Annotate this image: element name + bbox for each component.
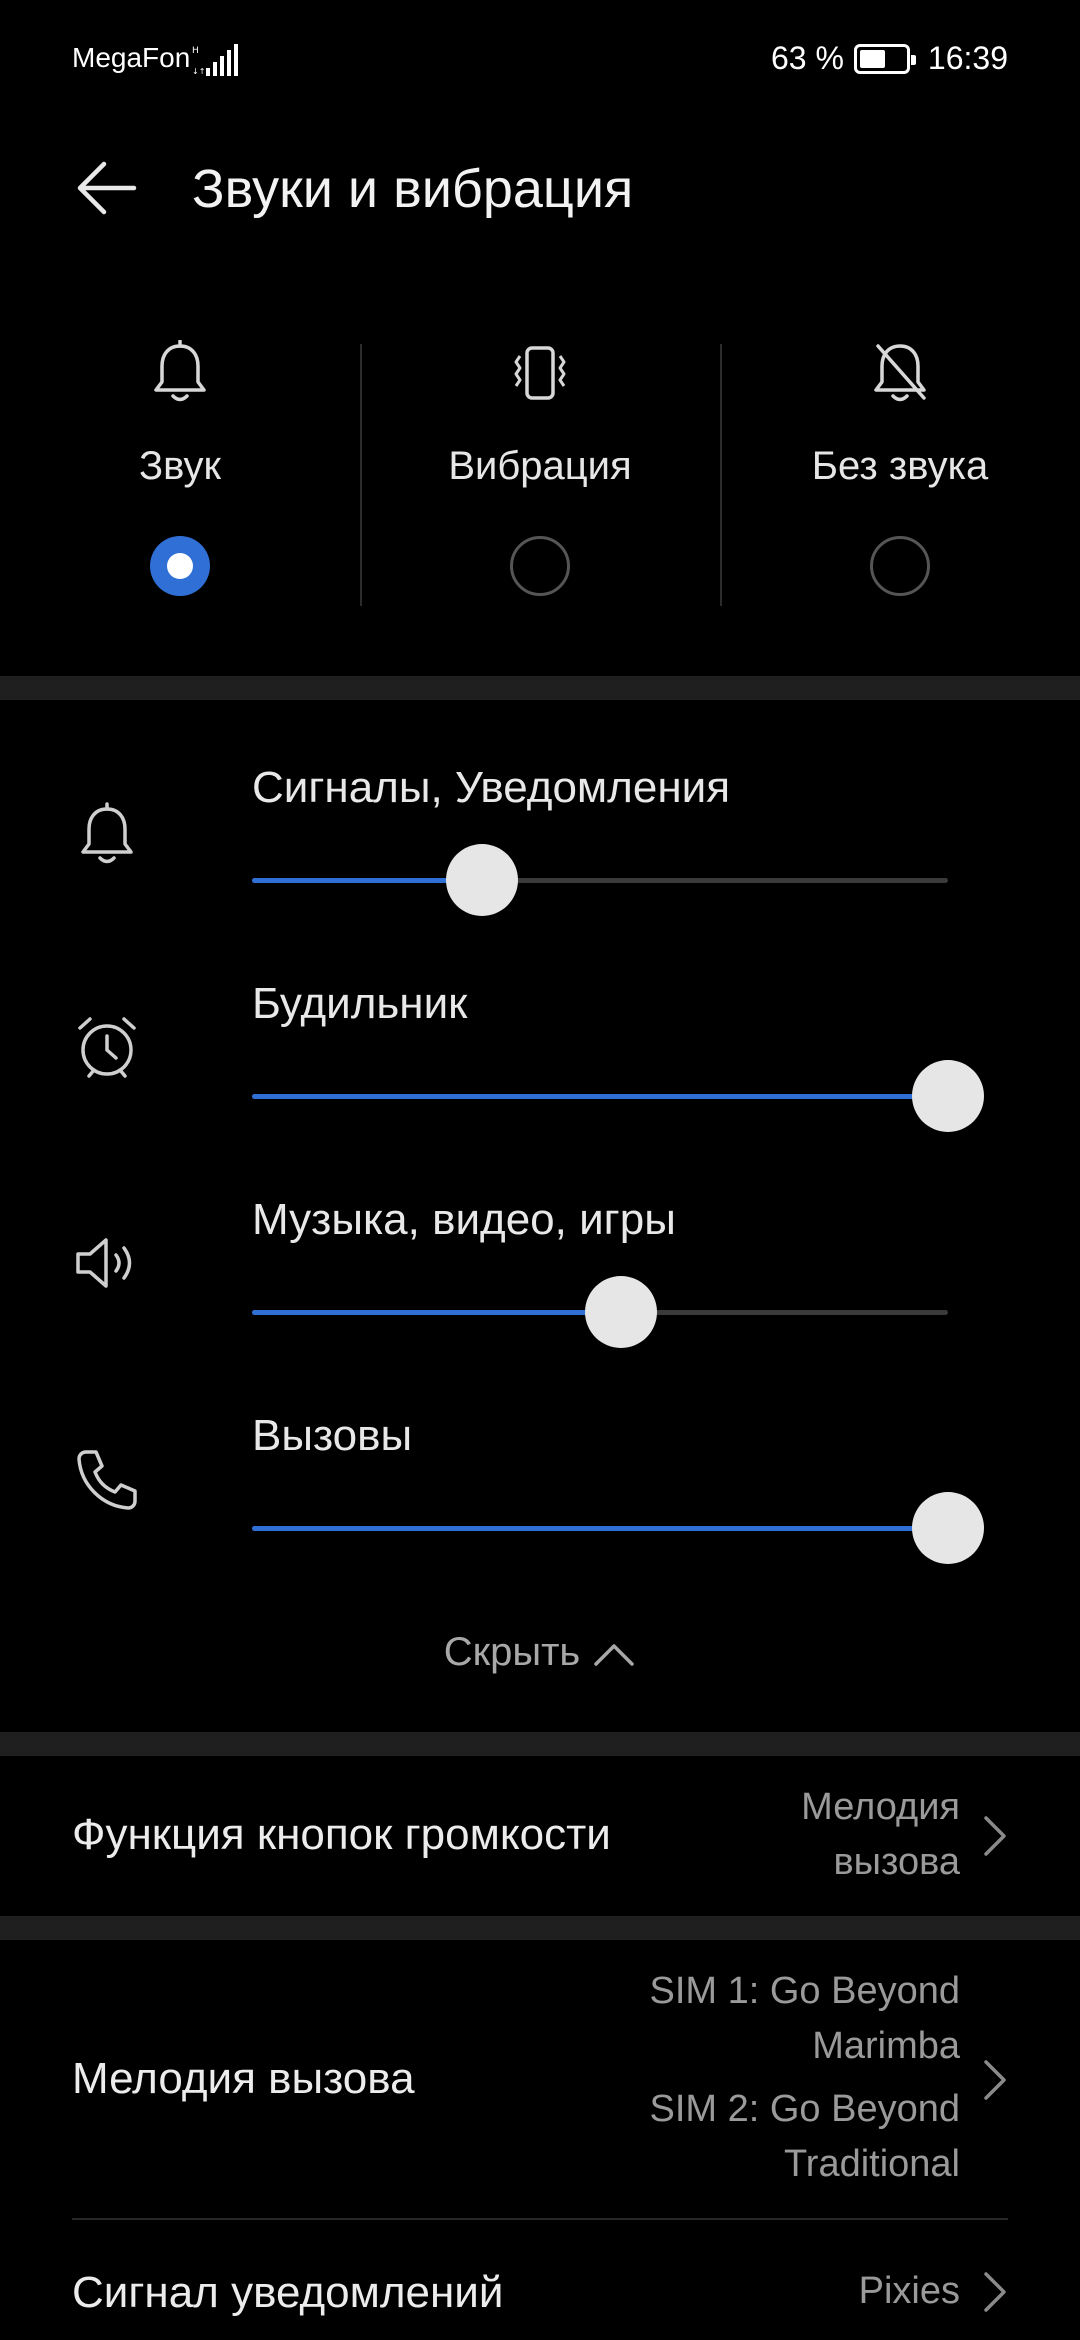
value-line: вызова (833, 1841, 960, 1883)
alarm-clock-icon (78, 1017, 136, 1078)
volume-slider-alarm[interactable] (252, 1060, 984, 1132)
volume-slider-calls[interactable] (252, 1492, 984, 1564)
radio-silent[interactable] (870, 536, 930, 596)
volume-row-media: Музыка, видео, игры (0, 1192, 1080, 1392)
item-title: Сигнал уведомлений (72, 2268, 504, 2317)
value-line: Pixies (858, 2270, 960, 2312)
value-line: Traditional (783, 2143, 960, 2185)
mode-silent[interactable]: Без звука (720, 340, 1080, 606)
volume-label: Вызовы (252, 1411, 413, 1460)
item-title: Мелодия вызова (72, 2054, 415, 2103)
volume-label: Сигналы, Уведомления (252, 763, 731, 812)
section-divider (0, 1732, 1080, 1756)
bell-icon (154, 340, 206, 402)
phone-icon (77, 1450, 137, 1510)
slider-fill (252, 1526, 948, 1531)
battery-percent: 63 % (770, 40, 844, 76)
item-title: Функция кнопок громкости (72, 1810, 611, 1859)
value-line: SIM 2: Go Beyond (649, 2088, 961, 2130)
status-bar: MegaFon H ↓↑ 63 % 16:39 (0, 0, 1080, 120)
volume-label: Будильник (252, 979, 468, 1028)
slider-fill (252, 1310, 621, 1315)
svg-text:H: H (192, 46, 199, 56)
bell-off-icon (874, 344, 926, 402)
volume-row-alarm: Будильник (0, 976, 1080, 1176)
value-line: Marimba (812, 2025, 960, 2067)
volume-label: Музыка, видео, игры (252, 1195, 676, 1244)
vibrate-icon (514, 346, 566, 400)
svg-text:↓↑: ↓↑ (192, 67, 205, 76)
section-divider (0, 676, 1080, 700)
bell-icon (81, 802, 133, 864)
value-line: SIM 1: Go Beyond (649, 1970, 961, 2012)
mode-label: Звук (138, 444, 222, 488)
radio-vibration[interactable] (510, 536, 570, 596)
hide-button[interactable]: Скрыть (0, 1630, 1080, 1675)
volume-slider-notifications[interactable] (252, 844, 948, 916)
page-title: Звуки и вибрация (192, 159, 634, 219)
mode-label: Без звука (811, 444, 989, 488)
slider-fill (252, 1094, 948, 1099)
slider-thumb[interactable] (912, 1060, 984, 1132)
item-value: SIM 1: Go Beyond Marimba SIM 2: Go Beyon… (650, 1964, 961, 2192)
carrier-name: MegaFon (72, 42, 191, 73)
status-right: 63 % 16:39 (771, 40, 1008, 77)
slider-thumb[interactable] (445, 844, 518, 916)
item-value: Pixies (859, 2264, 960, 2319)
chevron-up-icon (594, 1644, 635, 1667)
arrow-left-icon[interactable] (68, 150, 144, 226)
mode-sound[interactable]: Звук (0, 340, 360, 600)
speaker-icon (76, 1238, 132, 1288)
ringtone-item[interactable]: Мелодия вызова SIM 1: Go Beyond Marimba … (0, 1940, 1080, 2218)
chevron-right-icon (984, 1816, 1006, 1856)
signal-icon: H ↓↑ (192, 44, 238, 76)
battery-icon (853, 43, 916, 74)
volume-row-notifications: Сигналы, Уведомления (0, 760, 1080, 960)
section-divider (0, 1916, 1080, 1940)
hide-label: Скрыть (443, 1630, 581, 1674)
value-line: Мелодия (801, 1786, 960, 1828)
chevron-right-icon (984, 2060, 1006, 2100)
slider-thumb[interactable] (912, 1492, 984, 1564)
clock: 16:39 (927, 40, 1008, 76)
volume-row-calls: Вызовы (0, 1408, 1080, 1608)
mode-label: Вибрация (448, 444, 632, 488)
volume-buttons-function-item[interactable]: Функция кнопок громкости Мелодия вызова (0, 1756, 1080, 1916)
mode-vibration[interactable]: Вибрация (360, 340, 720, 606)
chevron-right-icon (984, 2272, 1006, 2312)
radio-sound[interactable] (150, 536, 210, 596)
sound-mode-selector: Звук Вибрация Без звука (0, 340, 1080, 606)
item-value: Мелодия вызова (801, 1780, 960, 1890)
volume-slider-media[interactable] (252, 1276, 948, 1348)
notification-sound-item[interactable]: Сигнал уведомлений Pixies (0, 2220, 1080, 2340)
slider-thumb[interactable] (584, 1276, 657, 1348)
